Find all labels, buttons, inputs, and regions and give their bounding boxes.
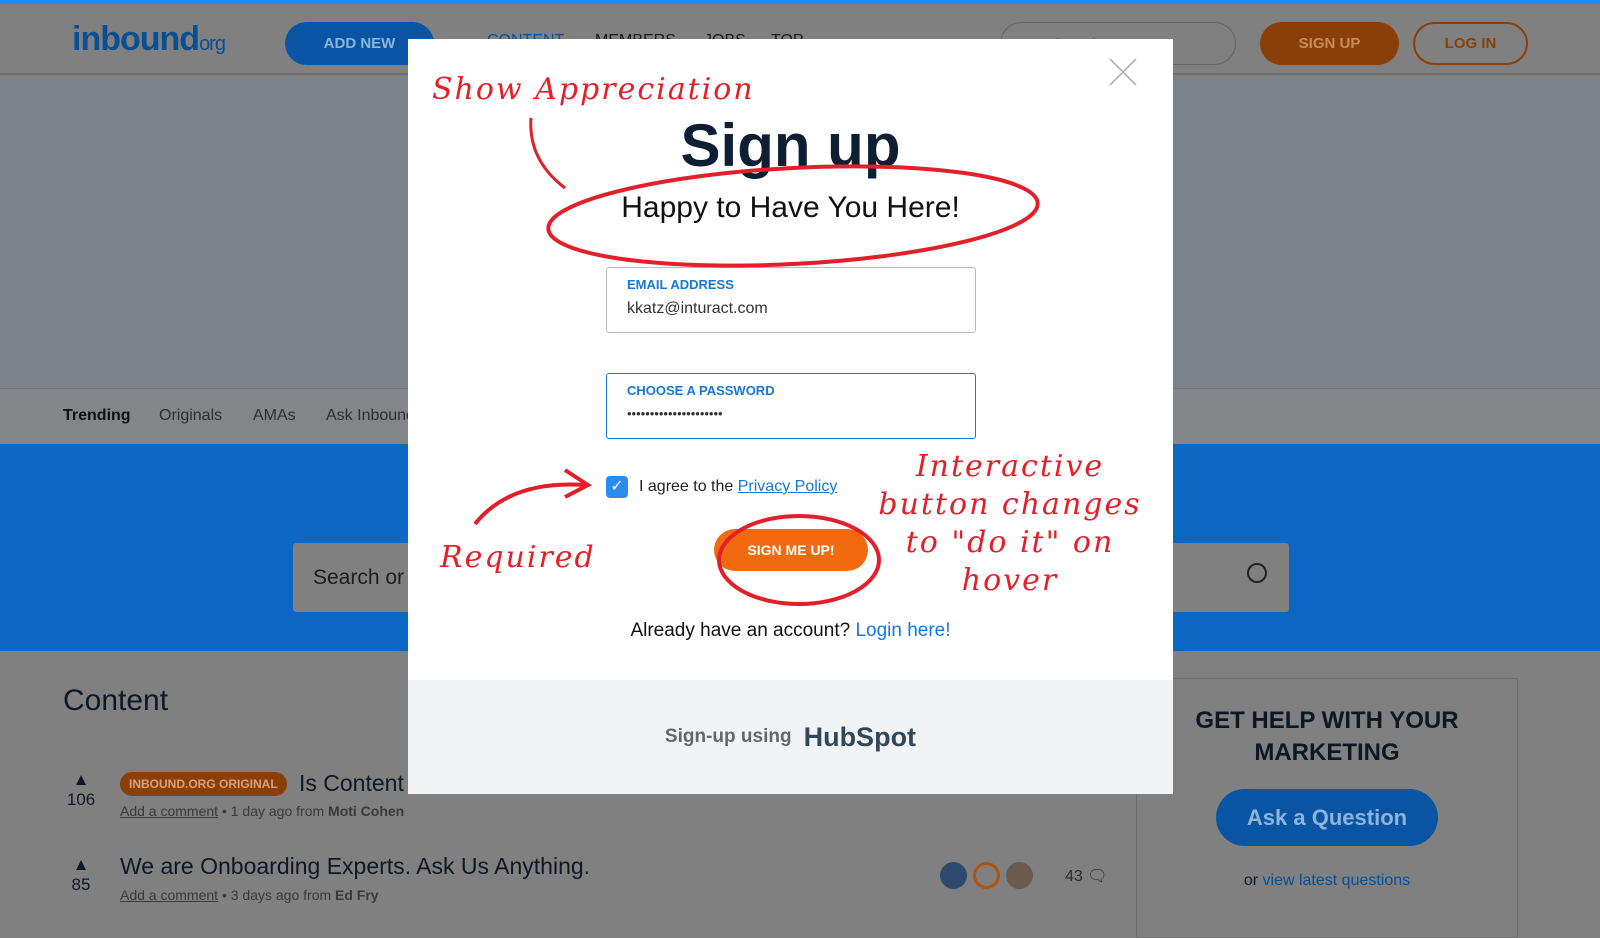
annotation-line: button changes xyxy=(878,487,1142,522)
annotation-arrow-appreciation xyxy=(529,117,566,190)
annotation-line: Interactive xyxy=(915,449,1105,484)
annotation-required: Required xyxy=(440,540,596,575)
annotation-arrow-required xyxy=(473,468,592,526)
annotation-interactive: Interactive button changes to "do it" on… xyxy=(860,448,1160,600)
annotation-appreciation: Show Appreciation xyxy=(432,72,755,107)
annotation-marks xyxy=(473,117,1040,606)
annotation-line: to "do it" on xyxy=(905,525,1115,560)
annotation-line: hover xyxy=(961,563,1059,598)
annotation-ellipse xyxy=(546,164,1040,268)
annotation-circle-button xyxy=(717,514,881,606)
